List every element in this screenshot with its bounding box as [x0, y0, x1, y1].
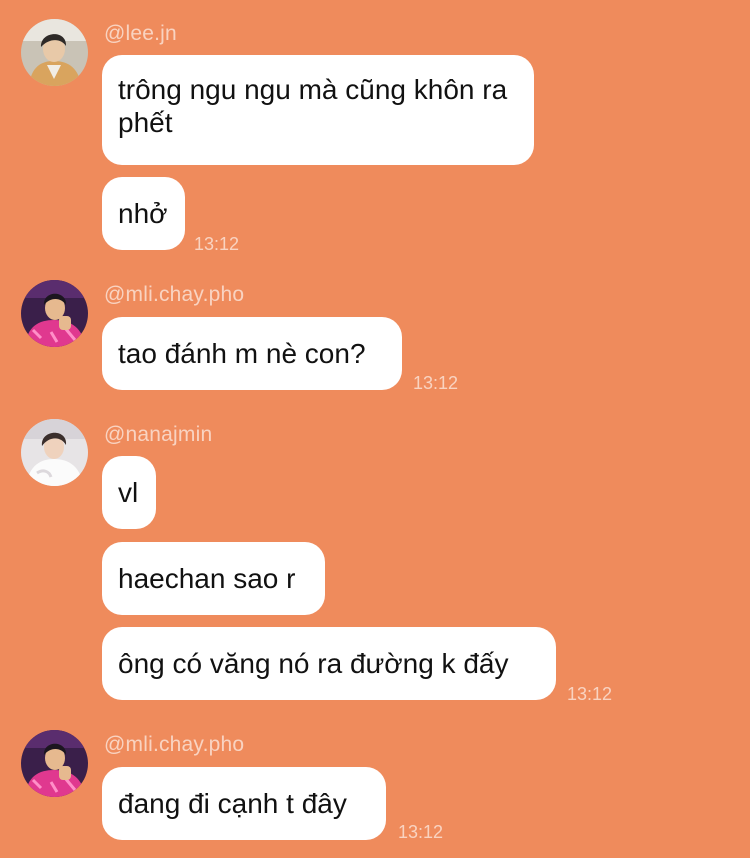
timestamp: 13:12: [194, 234, 240, 254]
username[interactable]: @mli.chay.pho: [104, 733, 244, 757]
message-bubble[interactable]: ông có văng nó ra đường k đấy: [102, 627, 556, 700]
timestamp: 13:12: [413, 373, 459, 393]
timestamp: 13:12: [398, 822, 444, 842]
avatar-mli-chay-pho[interactable]: [21, 730, 88, 797]
avatar-lee-jn[interactable]: [21, 19, 88, 86]
avatar-mli-chay-pho[interactable]: [21, 280, 88, 347]
message-bubble[interactable]: vl: [102, 456, 156, 529]
message-bubble[interactable]: tao đánh m nè con?: [102, 317, 402, 390]
nanajmin-avatar-icon: [21, 419, 88, 486]
message-bubble[interactable]: nhở: [102, 177, 185, 250]
username[interactable]: @nanajmin: [104, 423, 212, 447]
username[interactable]: @mli.chay.pho: [104, 283, 244, 307]
username[interactable]: @lee.jn: [104, 22, 177, 46]
timestamp: 13:12: [567, 684, 613, 704]
mli-chay-pho-avatar-icon: [21, 280, 88, 347]
mli-chay-pho-avatar-icon: [21, 730, 88, 797]
lee-jn-avatar-icon: [21, 19, 88, 86]
avatar-nanajmin[interactable]: [21, 419, 88, 486]
message-bubble[interactable]: trông ngu ngu mà cũng khôn ra phết: [102, 55, 534, 165]
message-bubble[interactable]: haechan sao r: [102, 542, 325, 615]
message-bubble[interactable]: đang đi cạnh t đây: [102, 767, 386, 840]
